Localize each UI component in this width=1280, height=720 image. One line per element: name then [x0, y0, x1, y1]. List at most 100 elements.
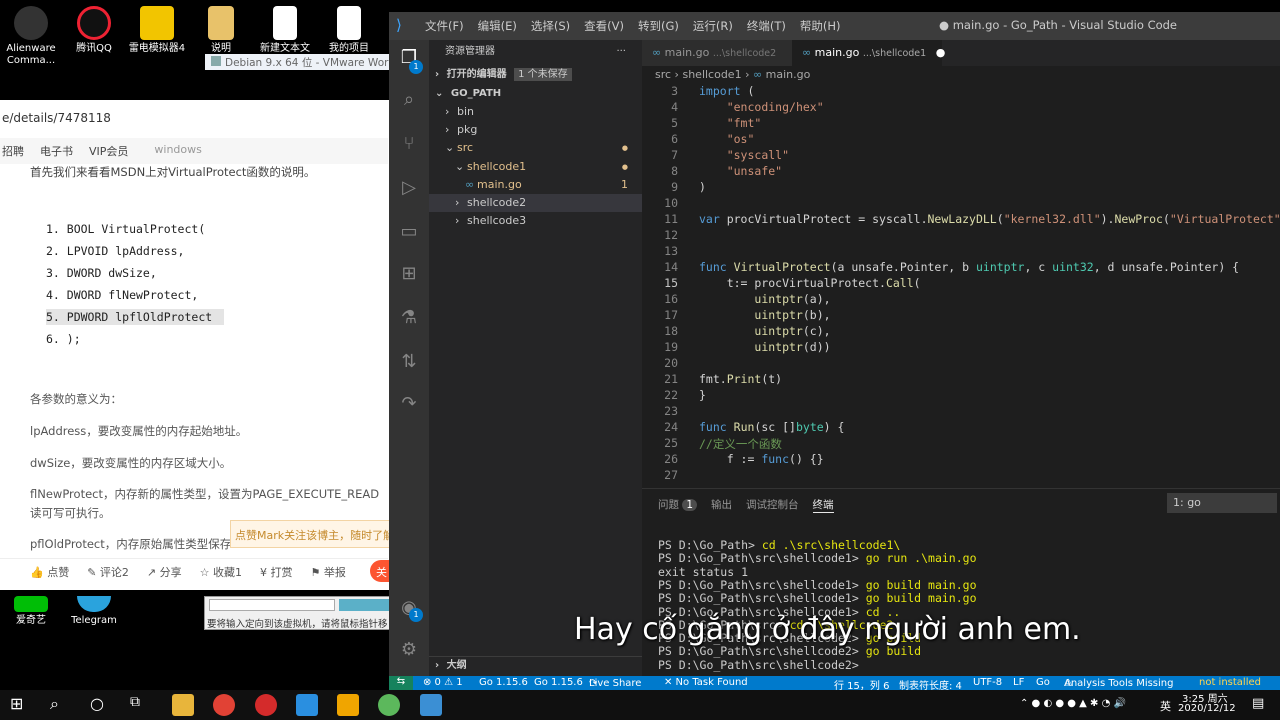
- menu-file[interactable]: 文件(F): [425, 18, 464, 34]
- clock-date[interactable]: 2020/12/12: [1178, 703, 1236, 714]
- terminal-prompt: PS D:\Go_Path\src\shellcode1>: [658, 591, 866, 606]
- search-icon[interactable]: ⌕: [397, 88, 421, 112]
- tree-item-bin[interactable]: › bin: [429, 103, 642, 121]
- tray-icons[interactable]: ⌃ ● ◐ ● ● ▲ ✱ ◔ 🔊: [1020, 698, 1126, 709]
- share-button[interactable]: ↗ 分享: [147, 564, 182, 581]
- outline-section[interactable]: › 大纲: [429, 656, 642, 674]
- line-number: 15: [664, 276, 678, 290]
- notification-icon[interactable]: ▤: [1252, 696, 1264, 711]
- menu-selection[interactable]: 选择(S): [531, 18, 570, 34]
- green-app-taskbar-icon[interactable]: [378, 694, 400, 716]
- nav-item-jobs[interactable]: 招聘: [2, 143, 24, 159]
- tab-debug-console[interactable]: 调试控制台: [746, 497, 799, 513]
- desktop-icon-leidian[interactable]: 雷电模拟器4: [126, 6, 188, 55]
- go-version-status[interactable]: Go 1.15.6: [534, 677, 583, 688]
- ime-indicator[interactable]: 英: [1160, 698, 1171, 714]
- favorite-button[interactable]: ☆ 收藏1: [200, 564, 242, 581]
- desktop-icon-qq[interactable]: 腾讯QQ: [63, 6, 125, 55]
- report-button[interactable]: ⚑ 举报: [311, 564, 346, 581]
- app-taskbar-icon[interactable]: [337, 694, 359, 716]
- address-bar[interactable]: e/details/7478118: [0, 106, 388, 132]
- vscode-taskbar-icon[interactable]: [296, 694, 318, 716]
- remote-explorer-icon[interactable]: ▭: [397, 220, 421, 244]
- document-icon: [337, 6, 361, 40]
- unsaved-dot-icon[interactable]: ●: [936, 46, 946, 59]
- chrome-icon[interactable]: [213, 694, 235, 716]
- follow-tooltip[interactable]: 点赞Mark关注该博主，随时了解TA: [230, 520, 390, 548]
- run-debug-icon[interactable]: ▷: [397, 176, 421, 200]
- menu-help[interactable]: 帮助(H): [800, 18, 841, 34]
- explorer-badge: 1: [409, 60, 423, 74]
- tree-item-shellcode2[interactable]: › shellcode2: [429, 194, 642, 212]
- breadcrumb-item[interactable]: shellcode1: [682, 68, 741, 81]
- menu-run[interactable]: 运行(R): [693, 18, 733, 34]
- code-line: 1. BOOL VirtualProtect(: [46, 222, 206, 236]
- tree-item-shellcode3[interactable]: › shellcode3: [429, 212, 642, 230]
- menu-edit[interactable]: 编辑(E): [478, 18, 517, 34]
- pull-request-icon[interactable]: ⇅: [397, 350, 421, 374]
- desktop-icon-alienware[interactable]: Alienware Comma...: [0, 6, 62, 67]
- tab-problems[interactable]: 问题 1: [658, 497, 698, 513]
- desktop-icon-textfile[interactable]: 新建文本文: [254, 6, 316, 55]
- desktop-icon-telegram[interactable]: Telegram: [63, 596, 125, 627]
- tab-output[interactable]: 输出: [711, 497, 732, 513]
- search-icon[interactable]: ⌕: [50, 694, 72, 716]
- netease-music-icon[interactable]: [255, 694, 277, 716]
- tip-button[interactable]: ¥ 打赏: [260, 564, 293, 581]
- comment-button[interactable]: ✎ 评论2: [87, 564, 129, 581]
- not-installed-status[interactable]: not installed: [1199, 677, 1261, 688]
- remote-indicator-icon[interactable]: ⇆: [389, 676, 413, 690]
- source-control-icon[interactable]: ⑂: [397, 132, 421, 156]
- vscode-logo-icon: ⟩: [396, 16, 402, 34]
- desktop-icon-label: 腾讯QQ: [76, 43, 112, 54]
- task-status[interactable]: ✕ No Task Found: [664, 677, 748, 688]
- encoding-status[interactable]: UTF-8: [973, 677, 1002, 688]
- tab-main-go-shellcode2[interactable]: ∞ main.go ...\shellcode2: [642, 40, 792, 66]
- desktop-icon-iqiyi[interactable]: 爱奇艺: [0, 596, 62, 627]
- nav-item-ebooks[interactable]: 电子书: [40, 143, 73, 159]
- tab-terminal[interactable]: 终端: [812, 497, 834, 513]
- breadcrumb-item[interactable]: main.go: [766, 68, 811, 81]
- menu-go[interactable]: 转到(G): [638, 18, 679, 34]
- tree-item-shellcode1[interactable]: ⌄ shellcode1 ●: [429, 158, 642, 176]
- eol-status[interactable]: LF: [1013, 677, 1024, 688]
- breadcrumb-item[interactable]: src: [655, 68, 671, 81]
- line-number: 11: [664, 212, 678, 226]
- vm-taskbar-icon[interactable]: [420, 694, 442, 716]
- live-share-icon[interactable]: ↷: [397, 392, 421, 416]
- start-windows-icon[interactable]: ⊞: [10, 694, 32, 716]
- tab-main-go-shellcode1[interactable]: ∞ main.go ...\shellcode1 ●: [792, 40, 945, 66]
- task-view-icon[interactable]: ⧉: [130, 694, 152, 716]
- code-line: fmt.Print(t): [699, 372, 783, 386]
- tree-item-main-go[interactable]: ∞ main.go 1: [429, 176, 642, 194]
- testing-icon[interactable]: ⚗: [397, 306, 421, 330]
- vmware-scrollbar[interactable]: [209, 599, 335, 611]
- site-search-input[interactable]: windows: [154, 143, 201, 159]
- vmware-window-title[interactable]: Debian 9.x 64 位 - VMware Works: [205, 54, 390, 70]
- like-button[interactable]: 👍 点赞: [30, 564, 69, 581]
- extensions-icon[interactable]: ⊞: [397, 262, 421, 286]
- code-line: var procVirtualProtect = syscall.NewLazy…: [699, 212, 1280, 226]
- tree-item-src[interactable]: ⌄ src ●: [429, 139, 642, 157]
- file-explorer-icon[interactable]: [172, 694, 194, 716]
- desktop-icon-project[interactable]: 我的项目: [318, 6, 380, 55]
- code-editor[interactable]: 3 4 5 6 7 8 9 10 11 12 13 14 15 16 17 18 19 20 21 22 23 24 25 2…: [642, 84, 1280, 484]
- more-actions-icon[interactable]: ···: [616, 43, 626, 61]
- tree-item-pkg[interactable]: › pkg: [429, 121, 642, 139]
- open-editors-section[interactable]: › 打开的编辑器 1 个未保存: [429, 66, 642, 84]
- problems-status[interactable]: ⊗ 0 ⚠ 1: [423, 677, 463, 688]
- settings-gear-icon[interactable]: ⚙: [397, 638, 421, 662]
- line-number: 16: [664, 292, 678, 306]
- thumbs-up-icon: 👍: [30, 566, 44, 579]
- menu-view[interactable]: 查看(V): [584, 18, 624, 34]
- nav-item-vip[interactable]: VIP会员: [89, 143, 128, 159]
- menu-terminal[interactable]: 终端(T): [747, 18, 786, 34]
- workspace-root[interactable]: ⌄ GO_PATH: [429, 85, 642, 103]
- terminal-select[interactable]: 1: go: [1167, 493, 1277, 513]
- desktop-icon-folder[interactable]: 说明: [190, 6, 252, 55]
- terminal-line: PS D:\Go_Path> cd .\src\shellcode1\: [658, 538, 900, 552]
- go-version-status[interactable]: Go 1.15.6: [479, 677, 528, 688]
- cortana-icon[interactable]: ○: [90, 694, 112, 716]
- follow-button[interactable]: 关: [370, 560, 390, 582]
- language-status[interactable]: Go: [1036, 677, 1050, 688]
